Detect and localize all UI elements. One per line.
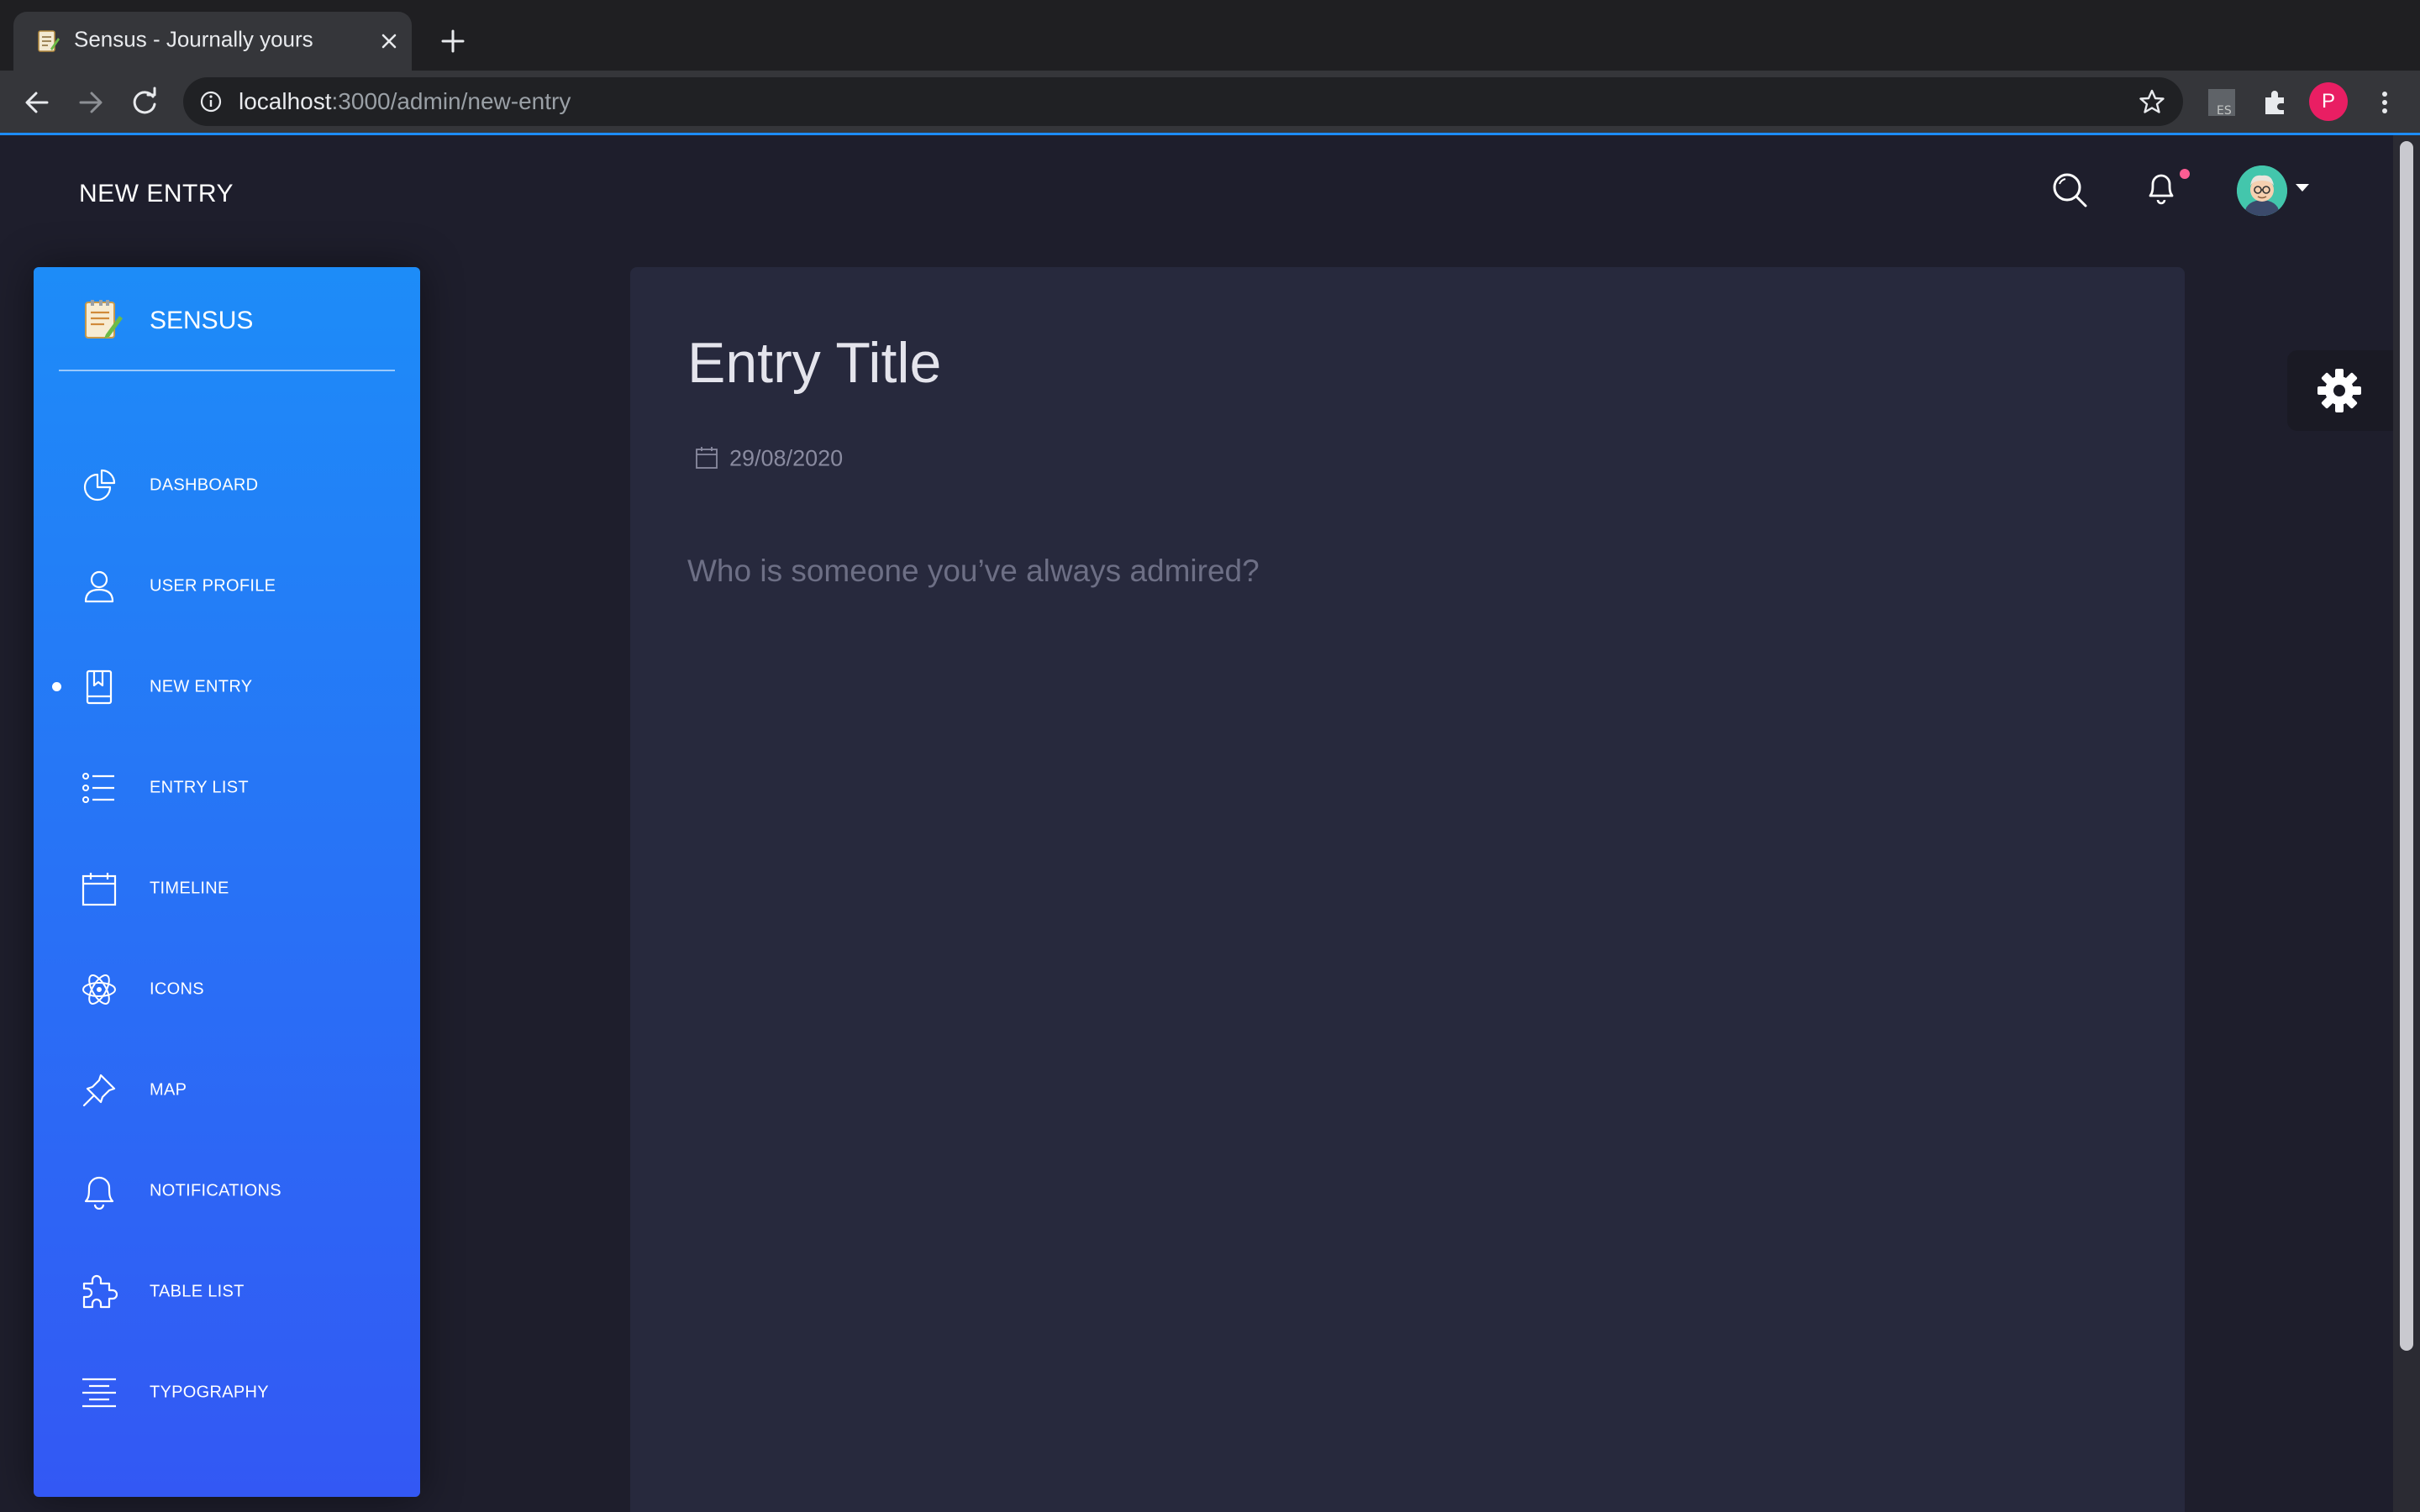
sidebar-item-label: TIMELINE [150,879,229,898]
bell-icon [84,1176,114,1210]
bookmark-star-icon[interactable] [2138,87,2166,116]
notepad-logo-icon [85,300,123,339]
new-tab-icon[interactable] [439,27,467,55]
url-host: localhost [239,88,332,114]
url-path: :3000/admin/new-entry [331,88,571,114]
puzzle-icon [82,1274,118,1309]
sidebar-item-label: USER PROFILE [150,576,276,596]
site-info-icon[interactable] [198,89,224,114]
pin-icon [82,1074,116,1107]
sidebar-item-label: TYPOGRAPHY [150,1383,269,1402]
sidebar: SENSUS DASHBOARD USER PROFILE NEW ENTRY [34,267,420,1497]
address-bar[interactable]: localhost:3000/admin/new-entry [183,77,2183,126]
sidebar-item-icons[interactable]: ICONS [34,948,420,1032]
sidebar-item-label: TABLE LIST [150,1282,245,1301]
forward-arrow-icon[interactable] [74,86,108,119]
extensions-puzzle-icon[interactable] [2259,86,2292,119]
settings-toggle[interactable] [2287,350,2393,431]
sidebar-item-timeline[interactable]: TIMELINE [34,847,420,931]
sidebar-item-entry-list[interactable]: ENTRY LIST [34,746,420,830]
sidebar-item-label: DASHBOARD [150,475,259,495]
gear-icon [2317,369,2361,412]
sidebar-item-label: MAP [150,1080,187,1100]
extension-es-icon[interactable]: ES [2205,86,2238,119]
active-indicator-dot [52,682,61,691]
sidebar-item-user-profile[interactable]: USER PROFILE [34,544,420,628]
back-arrow-icon[interactable] [20,86,54,119]
svg-text:ES: ES [2217,104,2232,118]
calendar-icon [696,447,718,469]
tab-title: Sensus - Journally yours [74,26,313,52]
user-avatar[interactable] [2237,165,2287,216]
entry-card: Entry Title 29/08/2020 Who is someone yo… [630,267,2185,1512]
search-icon[interactable] [2050,171,2089,209]
sidebar-item-label: ICONS [150,979,204,999]
sidebar-item-label: NOTIFICATIONS [150,1181,281,1200]
reload-icon[interactable] [128,86,161,119]
browser-menu-icon[interactable] [2368,86,2402,119]
user-icon [84,570,114,603]
bell-icon[interactable] [2143,167,2180,207]
sidebar-item-notifications[interactable]: NOTIFICATIONS [34,1149,420,1233]
atom-icon [82,974,116,1005]
sidebar-item-new-entry[interactable]: NEW ENTRY [34,645,420,729]
brand-divider [59,370,395,371]
sidebar-item-map[interactable]: MAP [34,1048,420,1132]
calendar-icon [82,873,117,906]
align-center-icon [82,1378,116,1408]
notepad-favicon-icon [38,30,60,52]
browser-tab[interactable]: Sensus - Journally yours [13,12,412,71]
app-viewport: NEW ENTRY SENSUS DASHBOARD USER PROFILE … [0,135,2393,1512]
sidebar-item-dashboard[interactable]: DASHBOARD [34,444,420,528]
pie-chart-icon [83,469,116,501]
page-title: NEW ENTRY [79,180,234,207]
sidebar-item-typography[interactable]: TYPOGRAPHY [34,1351,420,1435]
entry-body-input[interactable]: Who is someone you’ve always admired? [687,554,1260,589]
sidebar-item-table-list[interactable]: TABLE LIST [34,1250,420,1334]
brand-name[interactable]: SENSUS [150,307,253,335]
profile-avatar[interactable]: P [2309,82,2348,121]
close-tab-icon[interactable] [376,29,402,54]
entry-date: 29/08/2020 [729,445,844,471]
list-icon [82,773,114,803]
entry-title-input[interactable]: Entry Title [687,330,941,396]
user-avatar-icon [2237,165,2287,216]
scrollbar-thumb[interactable] [2400,141,2413,1351]
book-bookmark-icon [86,669,113,705]
sidebar-item-label: ENTRY LIST [150,778,249,797]
url-text: localhost:3000/admin/new-entry [239,88,571,115]
sidebar-item-label: NEW ENTRY [150,677,253,696]
browser-tab-strip: Sensus - Journally yours [0,0,2420,71]
notification-dot [2180,169,2190,179]
avatar-dropdown-caret[interactable] [2296,184,2309,192]
